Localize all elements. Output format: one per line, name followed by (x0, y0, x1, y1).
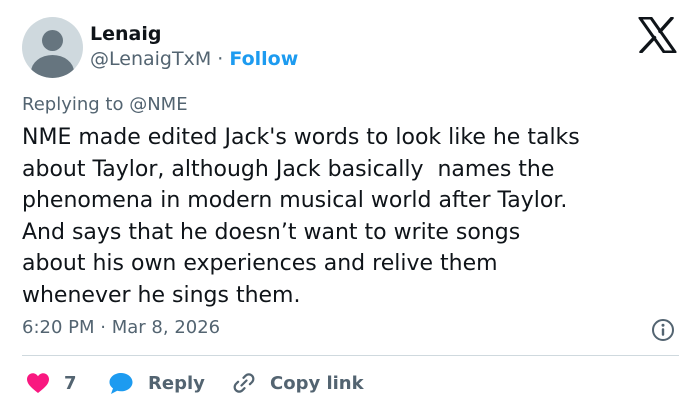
avatar-body-shape (31, 55, 74, 78)
tweet-date: Mar 8, 2026 (111, 317, 221, 338)
reply-context: Replying to @NME (22, 93, 188, 117)
avatar[interactable] (22, 17, 83, 78)
tweet-timestamp[interactable]: 6:20 PM · Mar 8, 2026 (22, 316, 220, 340)
handle-separator: · (217, 48, 224, 70)
author-handle-line: @LenaigTxM · Follow (90, 47, 298, 71)
reply-context-prefix: Replying to (22, 94, 124, 115)
reply-bubble-icon (109, 373, 133, 394)
tweet-time: 6:20 PM (22, 317, 95, 338)
like-button[interactable]: 7 (26, 368, 77, 398)
divider (22, 355, 679, 356)
tweet-actions: 7 Reply Copy link (22, 368, 682, 398)
reply-mention-link[interactable]: @NME (129, 94, 187, 115)
timestamp-separator: · (100, 317, 106, 338)
like-count: 7 (64, 372, 77, 394)
link-icon (233, 373, 255, 393)
reply-button[interactable]: Reply (108, 368, 205, 398)
author-handle[interactable]: @LenaigTxM (90, 48, 211, 70)
info-icon[interactable] (651, 318, 675, 342)
reply-label: Reply (148, 372, 205, 394)
x-logo-icon[interactable] (637, 17, 677, 53)
copy-link-label: Copy link (270, 372, 364, 394)
author-name[interactable]: Lenaig (90, 22, 161, 46)
avatar-head-shape (42, 30, 63, 51)
follow-button[interactable]: Follow (229, 48, 298, 70)
tweet-text: NME made edited Jack's words to look lik… (22, 125, 580, 308)
heart-icon (27, 373, 49, 393)
copy-link-button[interactable]: Copy link (230, 368, 364, 398)
